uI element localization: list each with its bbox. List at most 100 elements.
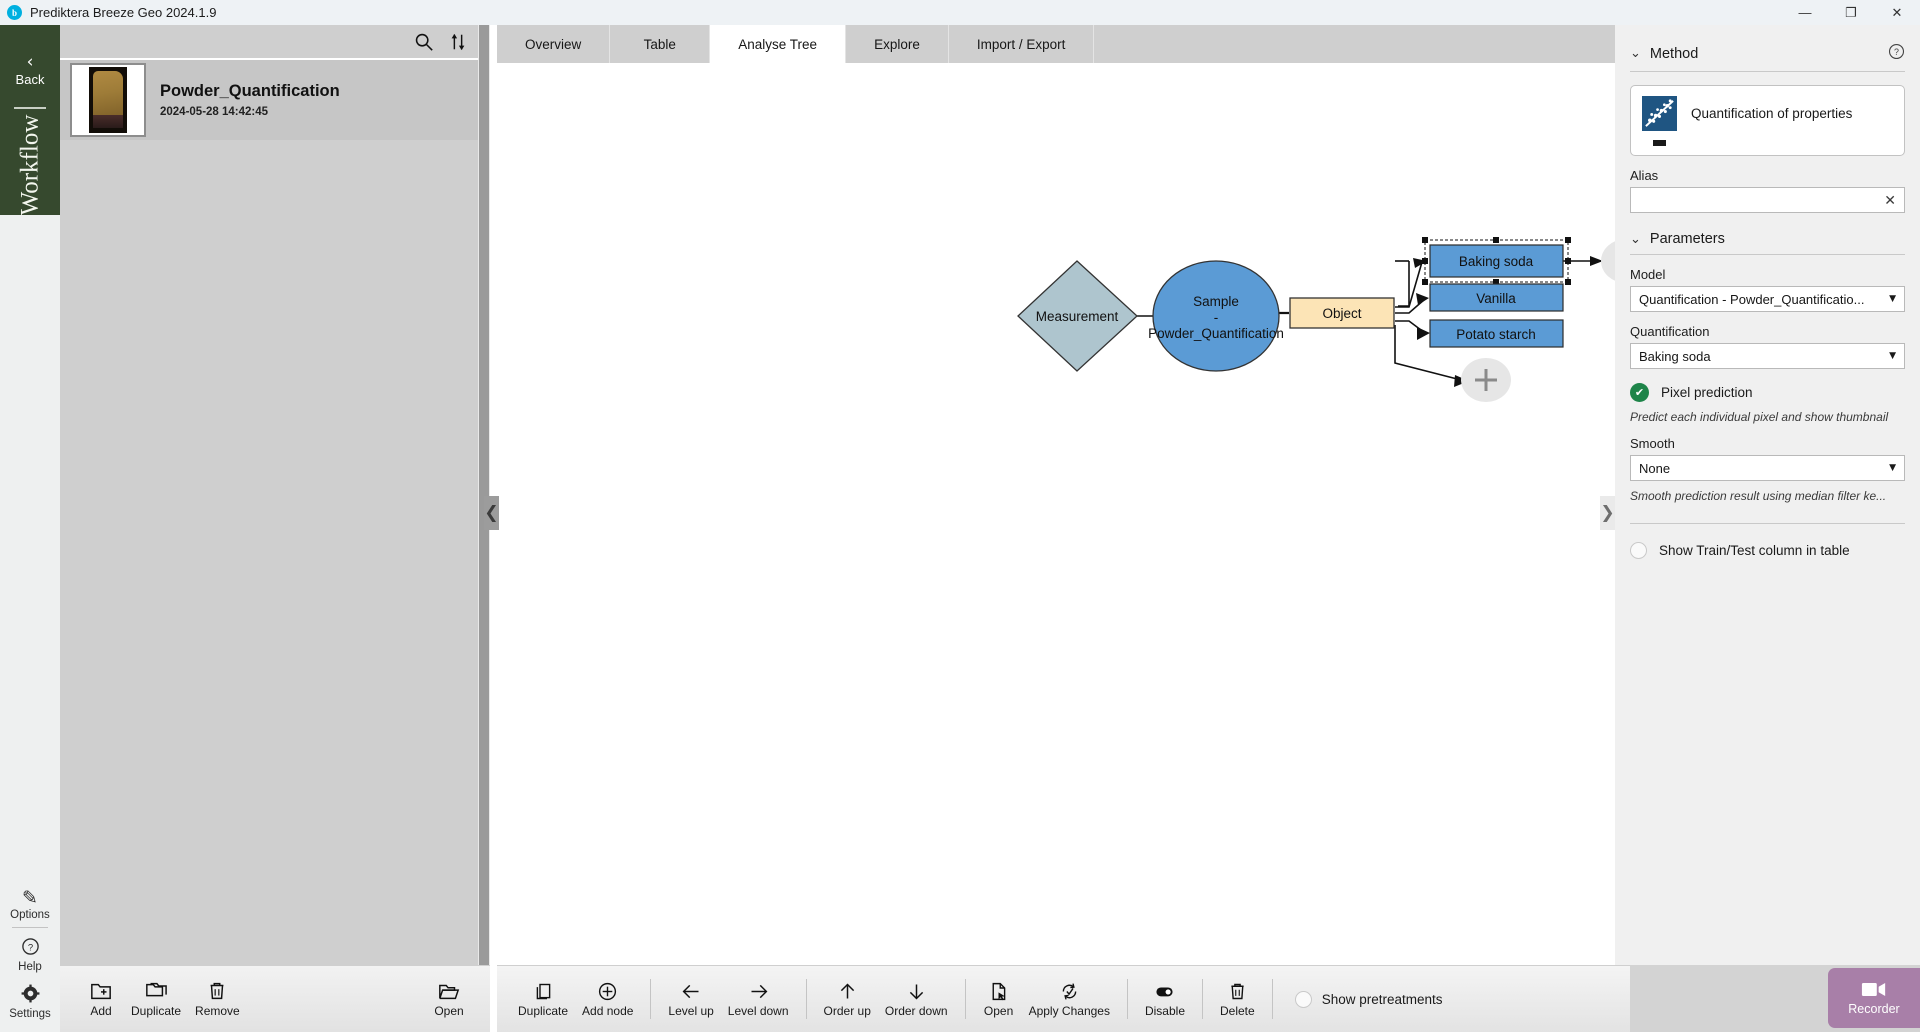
rail-bottom-group: ✎ Options ? Help Settings <box>0 880 60 1024</box>
close-button[interactable]: ✕ <box>1874 0 1920 25</box>
window-title: Prediktera Breeze Geo 2024.1.9 <box>30 5 216 20</box>
remove-dataset-button[interactable]: Remove <box>188 978 247 1020</box>
main-area: Overview Table Analyse Tree Explore Impo… <box>497 25 1615 965</box>
plus-circle-icon <box>597 981 618 1002</box>
pencil-icon: ✎ <box>0 887 60 909</box>
rail-section-workflow[interactable]: Workflow <box>0 117 60 212</box>
method-card-label: Quantification of properties <box>1691 106 1852 121</box>
add-node-label: Add node <box>582 1004 633 1018</box>
delete-node-button[interactable]: Delete <box>1213 979 1262 1020</box>
recorder-button[interactable]: Recorder <box>1828 968 1920 1028</box>
alias-input[interactable] <box>1639 193 1878 208</box>
pixel-prediction-checkbox[interactable]: ✔ Pixel prediction <box>1630 383 1905 402</box>
search-icon[interactable] <box>414 32 434 52</box>
trash-icon <box>1227 981 1248 1002</box>
order-down-button[interactable]: Order down <box>878 979 955 1020</box>
panel-divider <box>1630 523 1905 524</box>
section-divider <box>1630 71 1905 72</box>
scrollbar-thumb[interactable] <box>479 25 489 965</box>
rail-item-options[interactable]: ✎ Options <box>0 880 60 925</box>
help-icon[interactable]: ? <box>1888 43 1905 64</box>
rail-divider <box>14 107 46 109</box>
dataset-timestamp: 2024-05-28 14:42:45 <box>160 106 340 118</box>
collapse-right-panel-button[interactable]: ❯ <box>1600 496 1615 530</box>
order-up-button[interactable]: Order up <box>817 979 878 1020</box>
show-pretreatments-toggle[interactable]: Show pretreatments <box>1295 991 1443 1008</box>
tab-analyse-tree[interactable]: Analyse Tree <box>710 25 846 63</box>
dataset-panel: Powder_Quantification 2024-05-28 14:42:4… <box>60 25 490 965</box>
duplicate-node-button[interactable]: Duplicate <box>511 979 575 1020</box>
clear-icon[interactable]: ✕ <box>1878 192 1896 209</box>
duplicate-node-label: Duplicate <box>518 1004 568 1018</box>
delete-node-label: Delete <box>1220 1004 1255 1018</box>
svg-text:?: ? <box>1894 47 1899 57</box>
add-dataset-button[interactable]: Add <box>78 978 124 1020</box>
level-down-button[interactable]: Level down <box>721 979 796 1020</box>
nav-rail-header: ‹ Back Workflow <box>0 25 60 215</box>
sort-icon[interactable] <box>448 32 468 52</box>
chevron-down-icon: ▼ <box>1889 351 1896 361</box>
alias-field[interactable]: ✕ <box>1630 187 1905 213</box>
copy-icon <box>533 981 554 1002</box>
smooth-select[interactable]: None ▼ <box>1630 455 1905 481</box>
toolbar-divider <box>965 979 966 1019</box>
section-divider <box>1630 254 1905 255</box>
quantification-select[interactable]: Baking soda ▼ <box>1630 343 1905 369</box>
arrow-left-icon <box>681 981 702 1002</box>
node-baking-soda-label: Baking soda <box>1459 254 1534 269</box>
rail-item-help[interactable]: ? Help <box>0 930 60 977</box>
show-train-test-radio[interactable]: Show Train/Test column in table <box>1630 542 1905 559</box>
window-controls: — ❐ ✕ <box>1782 0 1920 25</box>
disable-button[interactable]: Disable <box>1138 979 1192 1020</box>
tab-import-export[interactable]: Import / Export <box>949 25 1095 63</box>
duplicate-dataset-button[interactable]: Duplicate <box>124 978 188 1020</box>
window-titlebar: b Prediktera Breeze Geo 2024.1.9 — ❐ ✕ <box>0 0 1920 25</box>
rail-item-settings[interactable]: Settings <box>0 977 60 1024</box>
minimize-button[interactable]: — <box>1782 0 1828 25</box>
smooth-hint: Smooth prediction result using median fi… <box>1630 489 1905 503</box>
tab-bar: Overview Table Analyse Tree Explore Impo… <box>497 25 1615 63</box>
gear-icon <box>0 984 60 1008</box>
node-vanilla-label: Vanilla <box>1476 291 1516 306</box>
smooth-label: Smooth <box>1630 436 1905 451</box>
dataset-scrollbar[interactable] <box>478 25 490 965</box>
chevron-down-icon: ▼ <box>1889 463 1896 473</box>
remove-dataset-label: Remove <box>195 1004 240 1018</box>
node-measurement-label: Measurement <box>1036 309 1119 324</box>
model-value: Quantification - Powder_Quantificatio... <box>1639 292 1864 307</box>
open-node-button[interactable]: Open <box>976 979 1022 1020</box>
node-potato-starch-label: Potato starch <box>1456 327 1536 342</box>
rail-item-help-label: Help <box>18 961 42 973</box>
add-node-button[interactable]: Add node <box>575 979 640 1020</box>
duplicate-dataset-label: Duplicate <box>131 1004 181 1018</box>
apply-changes-label: Apply Changes <box>1029 1004 1110 1018</box>
tab-overview[interactable]: Overview <box>497 25 610 63</box>
scatter-regression-icon <box>1642 96 1677 131</box>
app-logo-icon: b <box>7 5 22 20</box>
rail-item-options-label: Options <box>10 909 50 921</box>
chevron-down-icon: ⌄ <box>1630 46 1641 61</box>
analyse-tree-canvas[interactable]: Measurement Sample - Powder_Quantificati… <box>497 63 1615 965</box>
collapse-left-panel-button[interactable]: ❮ <box>484 496 499 530</box>
level-up-button[interactable]: Level up <box>661 979 720 1020</box>
open-dataset-button[interactable]: Open <box>426 978 472 1020</box>
list-item[interactable]: Powder_Quantification 2024-05-28 14:42:4… <box>60 58 490 140</box>
node-sample-line2: - <box>1214 310 1219 325</box>
level-up-label: Level up <box>668 1004 713 1018</box>
tab-table[interactable]: Table <box>610 25 710 63</box>
smooth-value: None <box>1639 461 1670 476</box>
method-section-header[interactable]: ⌄ Method ? <box>1630 25 1905 64</box>
back-button[interactable]: ‹ Back <box>0 55 60 87</box>
arrow-down-icon <box>906 981 927 1002</box>
dataset-title: Powder_Quantification <box>160 82 340 101</box>
model-select[interactable]: Quantification - Powder_Quantificatio...… <box>1630 286 1905 312</box>
tab-explore[interactable]: Explore <box>846 25 949 63</box>
quantification-label: Quantification <box>1630 324 1905 339</box>
quantification-value: Baking soda <box>1639 349 1711 364</box>
apply-changes-button[interactable]: Apply Changes <box>1022 979 1117 1020</box>
parameters-section-header[interactable]: ⌄ Parameters <box>1630 213 1905 247</box>
add-node-right[interactable] <box>1601 239 1615 283</box>
maximize-button[interactable]: ❐ <box>1828 0 1874 25</box>
method-section-title: Method <box>1650 46 1698 62</box>
method-card[interactable]: Quantification of properties <box>1630 85 1905 156</box>
